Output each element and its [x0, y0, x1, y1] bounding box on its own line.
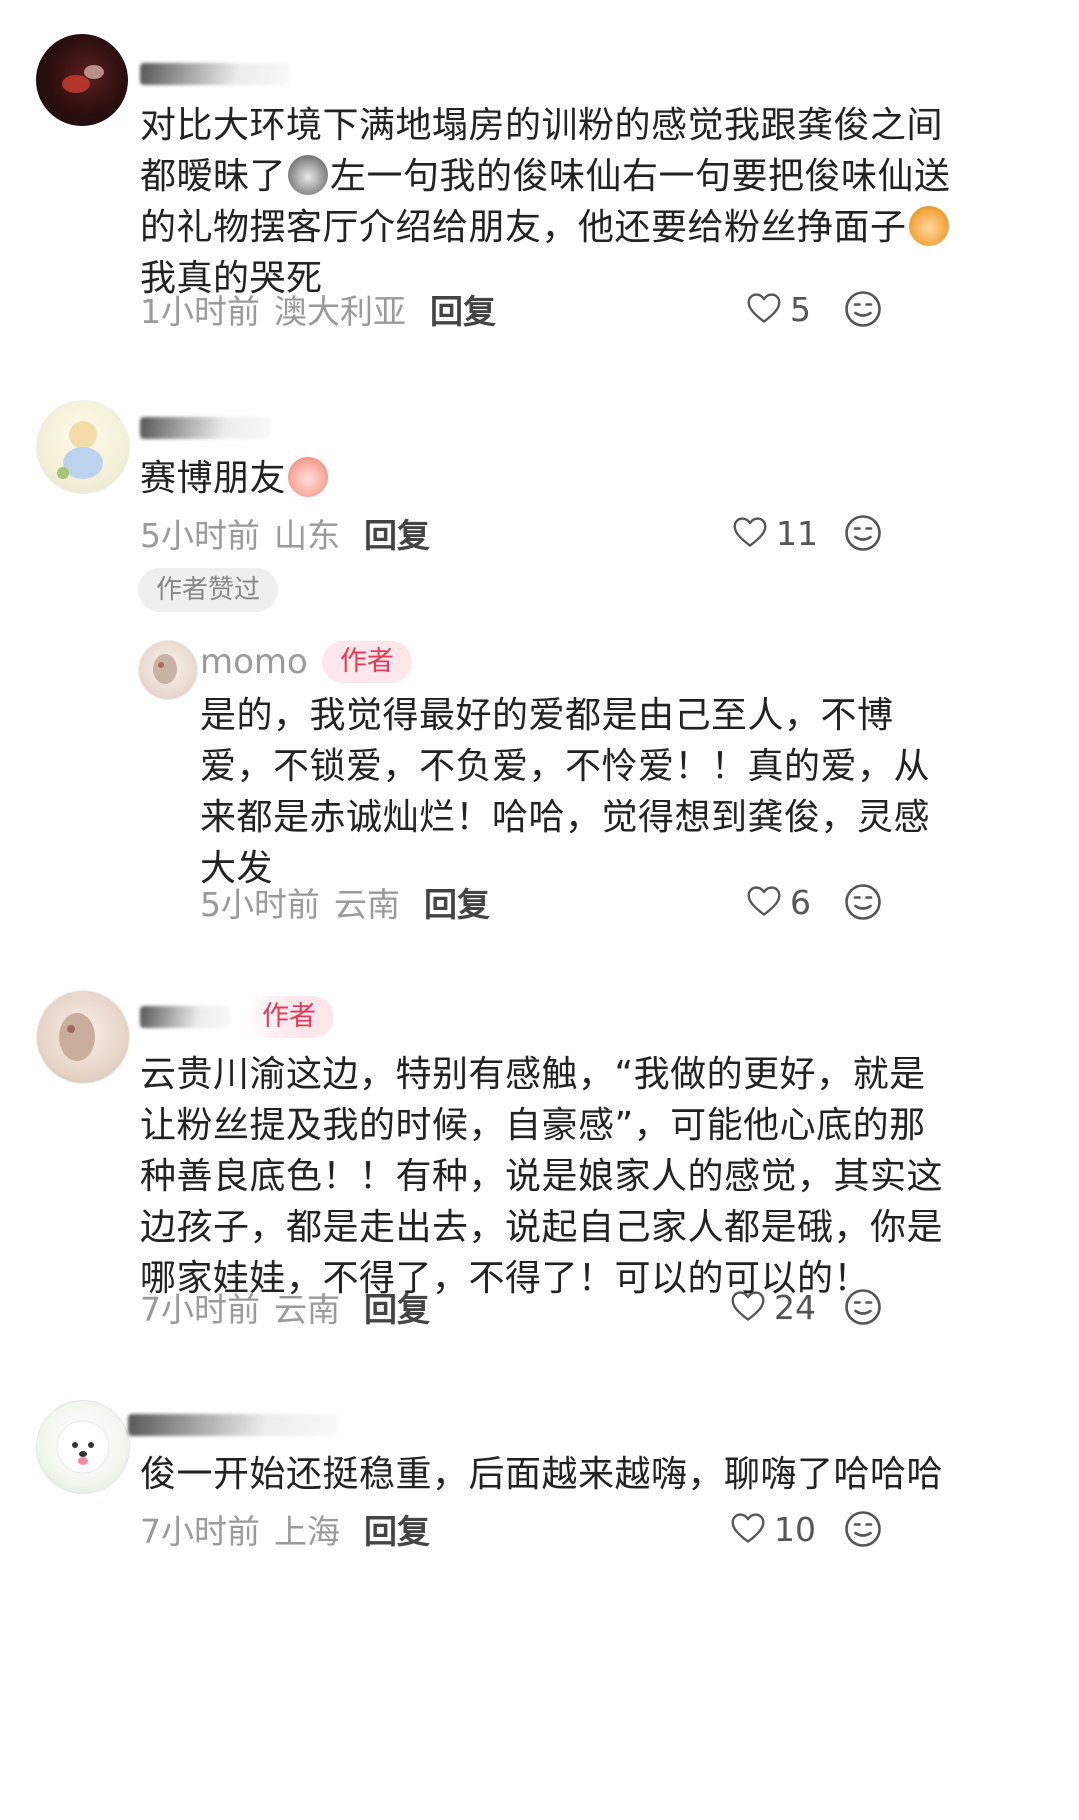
- author-liked-badge: 作者赞过: [138, 568, 279, 612]
- comment-text: 赛博朋友: [140, 453, 1040, 504]
- reply-button[interactable]: 回复: [424, 878, 490, 926]
- timestamp: 7小时前: [140, 1290, 260, 1329]
- comment-4: 俊一开始还挺稳重，后面越来越嗨，聊嗨了哈哈哈 7小时前 上海 回复 10: [0, 1395, 1079, 1595]
- avatar[interactable]: [36, 990, 130, 1084]
- angry-cat-emoji-icon: [908, 206, 949, 246]
- comment-meta: 7小时前 上海 回复: [140, 1507, 430, 1551]
- comment-1: 对比大环境下满地塌房的训粉的感觉我跟龚俊之间 都暧昧了 左一句我的俊味仙右一句要把…: [0, 0, 1079, 360]
- like-count: 24: [774, 1287, 816, 1327]
- like-count: 6: [790, 882, 811, 922]
- username-row: [140, 52, 290, 96]
- region: 云南: [274, 1290, 340, 1329]
- like-button[interactable]: 10: [730, 1507, 816, 1551]
- author-badge: 作者: [244, 996, 334, 1038]
- dog-avatar-icon: [56, 1420, 110, 1474]
- region: 云南: [334, 885, 400, 924]
- region: 上海: [274, 1512, 340, 1551]
- like-button[interactable]: 5: [746, 287, 811, 331]
- avatar[interactable]: [36, 400, 130, 494]
- comment-text: 对比大环境下满地塌房的训粉的感觉我跟龚俊之间 都暧昧了 左一句我的俊味仙右一句要把…: [140, 105, 951, 299]
- comment-text: 俊一开始还挺稳重，后面越来越嗨，聊嗨了哈哈哈: [140, 1454, 944, 1495]
- like-button[interactable]: 6: [746, 880, 811, 924]
- heart-outline-icon: [730, 1511, 766, 1547]
- emoji-reaction-icon[interactable]: [843, 882, 883, 922]
- timestamp: 7小时前: [140, 1512, 260, 1551]
- like-count: 10: [774, 1509, 816, 1549]
- heart-outline-icon: [746, 291, 782, 327]
- username-row: [140, 406, 270, 450]
- reply-button[interactable]: 回复: [364, 1283, 430, 1331]
- reply-username-row: momo 作者: [200, 640, 412, 684]
- masked-username[interactable]: [140, 417, 270, 439]
- comment-text: 云贵川渝这边，特别有感触，“我做的更好，就是 让粉丝提及我的时候，自豪感”，可能…: [140, 1054, 944, 1299]
- timestamp: 5小时前: [140, 516, 260, 555]
- peach-kiss-emoji-icon: [288, 457, 329, 497]
- cat-emoji-icon: [288, 155, 329, 195]
- comment-meta: 7小时前 云南 回复: [140, 1285, 430, 1329]
- masked-username[interactable]: [128, 1414, 338, 1436]
- emoji-reaction-icon[interactable]: [843, 513, 883, 553]
- heart-outline-icon: [746, 884, 782, 920]
- reply-button[interactable]: 回复: [430, 285, 496, 333]
- reply-text: 是的，我觉得最好的爱都是由己至人，不博 爱，不锁爱，不负爱，不怜爱！！真的爱，从…: [200, 695, 931, 889]
- timestamp: 5小时前: [200, 885, 320, 924]
- reply-avatar[interactable]: [138, 640, 198, 700]
- comment-3: 作者 云贵川渝这边，特别有感触，“我做的更好，就是 让粉丝提及我的时候，自豪感”…: [0, 985, 1079, 1385]
- like-button[interactable]: 11: [732, 511, 818, 555]
- username-row: 作者: [140, 995, 334, 1039]
- like-count: 11: [776, 513, 818, 553]
- masked-username[interactable]: [140, 1006, 230, 1028]
- avatar-photo-icon: [62, 65, 104, 93]
- author-badge: 作者: [321, 641, 412, 683]
- reply-meta: 5小时前 云南 回复: [200, 880, 490, 924]
- emoji-reaction-icon[interactable]: [843, 289, 883, 329]
- masked-username[interactable]: [140, 63, 290, 85]
- reply-button[interactable]: 回复: [364, 1505, 430, 1553]
- avatar-illustration-icon: [59, 1013, 95, 1061]
- reply-username[interactable]: momo: [200, 642, 308, 682]
- avatar-illustration-icon: [57, 421, 103, 479]
- comment-meta: 1小时前 澳大利亚 回复: [140, 287, 496, 331]
- timestamp: 1小时前: [140, 292, 260, 331]
- avatar[interactable]: [36, 34, 128, 126]
- comment-meta: 5小时前 山东 回复: [140, 511, 430, 555]
- username-row: [128, 1403, 338, 1447]
- region: 澳大利亚: [274, 292, 406, 331]
- emoji-reaction-icon[interactable]: [843, 1287, 883, 1327]
- heart-outline-icon: [732, 515, 768, 551]
- heart-outline-icon: [730, 1289, 766, 1325]
- avatar-illustration-icon: [153, 654, 177, 684]
- like-button[interactable]: 24: [730, 1285, 816, 1329]
- comment-2: 赛博朋友 5小时前 山东 回复 11 作者赞过 momo 作者 是的，我觉得最好…: [0, 380, 1079, 950]
- reply-button[interactable]: 回复: [364, 509, 430, 557]
- region: 山东: [274, 516, 340, 555]
- avatar[interactable]: [36, 1400, 130, 1494]
- emoji-reaction-icon[interactable]: [843, 1509, 883, 1549]
- like-count: 5: [790, 289, 811, 329]
